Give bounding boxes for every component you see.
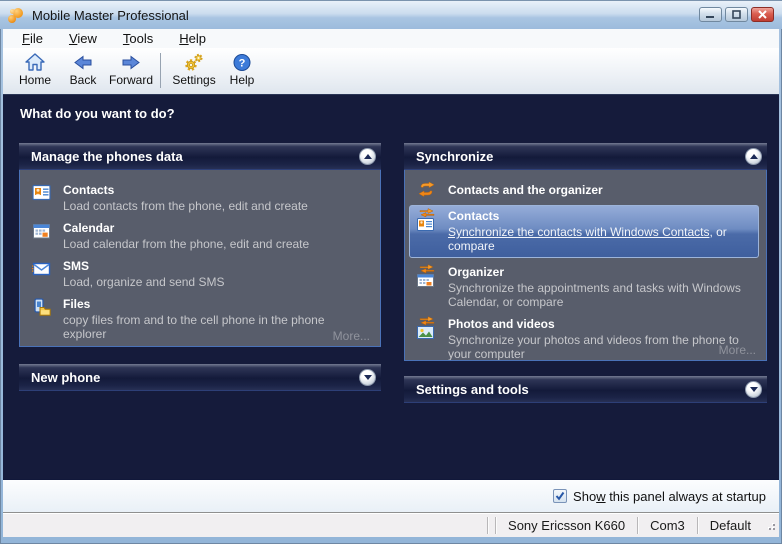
list-item-calendar[interactable]: Calendar Load calendar from the phone, e… [32,221,370,251]
back-arrow-icon [72,52,94,73]
status-bar: Sony Ericsson K660 Com3 Default [3,512,779,537]
svg-text:?: ? [239,58,246,70]
startup-checkbox[interactable] [553,489,567,503]
item-description: Load calendar from the phone, edit and c… [63,237,309,251]
home-icon [24,52,46,73]
expand-button[interactable] [745,381,762,398]
phone-folder-icon [32,298,54,319]
startup-checkbox-label[interactable]: Show this panel always at startup [573,489,766,504]
sync-contacts-link[interactable]: Synchronize the contacts with Windows Co… [448,225,709,239]
chevron-up-icon [750,154,758,159]
more-link[interactable]: More... [333,329,370,343]
application-window: Mobile Master Professional File View Too… [0,0,782,544]
list-item-sms[interactable]: SMS Load, organize and send SMS [32,259,370,289]
status-phone-model: Sony Ericsson K660 [496,518,637,533]
forward-arrow-icon [120,52,142,73]
status-com-port: Com3 [638,518,697,533]
item-description: Synchronize the contacts with Windows Co… [448,225,752,253]
synchronize-panel: Synchronize Contacts and the organizer [404,143,767,361]
chevron-down-icon [364,375,372,380]
app-logo-icon [8,7,25,24]
item-title[interactable]: Contacts [63,183,308,197]
menu-bar: File View Tools Help [3,29,779,48]
window-title: Mobile Master Professional [32,8,189,23]
forward-button[interactable]: Forward [107,52,155,87]
menu-tools[interactable]: Tools [123,31,153,46]
close-icon [757,10,768,19]
menu-view[interactable]: View [69,31,97,46]
item-title[interactable]: Files [63,297,370,311]
item-title[interactable]: SMS [63,259,224,273]
collapse-button[interactable] [359,148,376,165]
sync-contacts-icon [417,210,439,231]
home-button[interactable]: Home [11,52,59,87]
sync-photo-icon [417,318,439,339]
menu-file[interactable]: File [22,31,43,46]
item-title[interactable]: Organizer [448,265,756,279]
help-icon: ? [231,52,253,73]
manage-phones-header[interactable]: Manage the phones data [19,143,381,170]
collapse-button[interactable] [745,148,762,165]
sync-arrows-icon [417,182,439,198]
list-item-contacts[interactable]: Contacts Load contacts from the phone, e… [32,183,370,213]
gears-icon [183,52,205,73]
close-button[interactable] [751,7,774,22]
new-phone-panel: New phone [19,364,381,391]
settings-tools-header[interactable]: Settings and tools [404,376,767,403]
item-description: Load contacts from the phone, edit and c… [63,199,308,213]
item-title[interactable]: Contacts and the organizer [448,183,603,197]
help-button[interactable]: ? Help [218,52,266,87]
more-link[interactable]: More... [719,343,756,357]
chevron-up-icon [364,154,372,159]
item-title[interactable]: Calendar [63,221,309,235]
minimize-icon [705,10,716,19]
list-item-files[interactable]: Files copy files from and to the cell ph… [32,297,370,341]
resize-grip[interactable] [763,518,777,532]
expand-button[interactable] [359,369,376,386]
item-title[interactable]: Contacts [448,209,752,223]
sync-calendar-icon [417,266,439,287]
settings-tools-panel: Settings and tools [404,376,767,403]
status-profile: Default [698,518,763,533]
item-title[interactable]: Photos and videos [448,317,756,331]
menu-help[interactable]: Help [179,31,206,46]
main-content: What do you want to do? Manage the phone… [3,95,779,479]
maximize-icon [731,10,742,19]
manage-phones-body: Contacts Load contacts from the phone, e… [19,170,381,347]
chevron-down-icon [750,387,758,392]
item-description: copy files from and to the cell phone in… [63,313,370,341]
list-item-sync-photos[interactable]: Photos and videos Synchronize your photo… [417,317,756,361]
calendar-icon [32,222,54,243]
minimize-button[interactable] [699,7,722,22]
list-item-contacts-organizer[interactable]: Contacts and the organizer [417,181,756,198]
toolbar: Home Back Forward [3,48,779,95]
synchronize-header[interactable]: Synchronize [404,143,767,170]
maximize-button[interactable] [725,7,748,22]
title-bar[interactable]: Mobile Master Professional [0,0,782,29]
envelope-icon [32,260,54,281]
synchronize-body: Contacts and the organizer Contacts Sync… [404,170,767,361]
manage-phones-panel: Manage the phones data Contacts Load con… [19,143,381,347]
back-button[interactable]: Back [59,52,107,87]
window-body: File View Tools Help Home Back [3,29,779,537]
page-title: What do you want to do? [20,106,175,121]
settings-button[interactable]: Settings [170,52,218,87]
item-description: Load, organize and send SMS [63,275,224,289]
list-item-sync-contacts-selected[interactable]: Contacts Synchronize the contacts with W… [409,205,759,258]
list-item-sync-organizer[interactable]: Organizer Synchronize the appointments a… [417,265,756,309]
contacts-card-icon [32,184,54,205]
startup-option-strip: Show this panel always at startup [3,479,779,512]
item-description: Synchronize the appointments and tasks w… [448,281,756,309]
check-icon [555,491,565,501]
new-phone-header[interactable]: New phone [19,364,381,391]
toolbar-separator [160,53,161,88]
item-description: Synchronize your photos and videos from … [448,333,756,361]
